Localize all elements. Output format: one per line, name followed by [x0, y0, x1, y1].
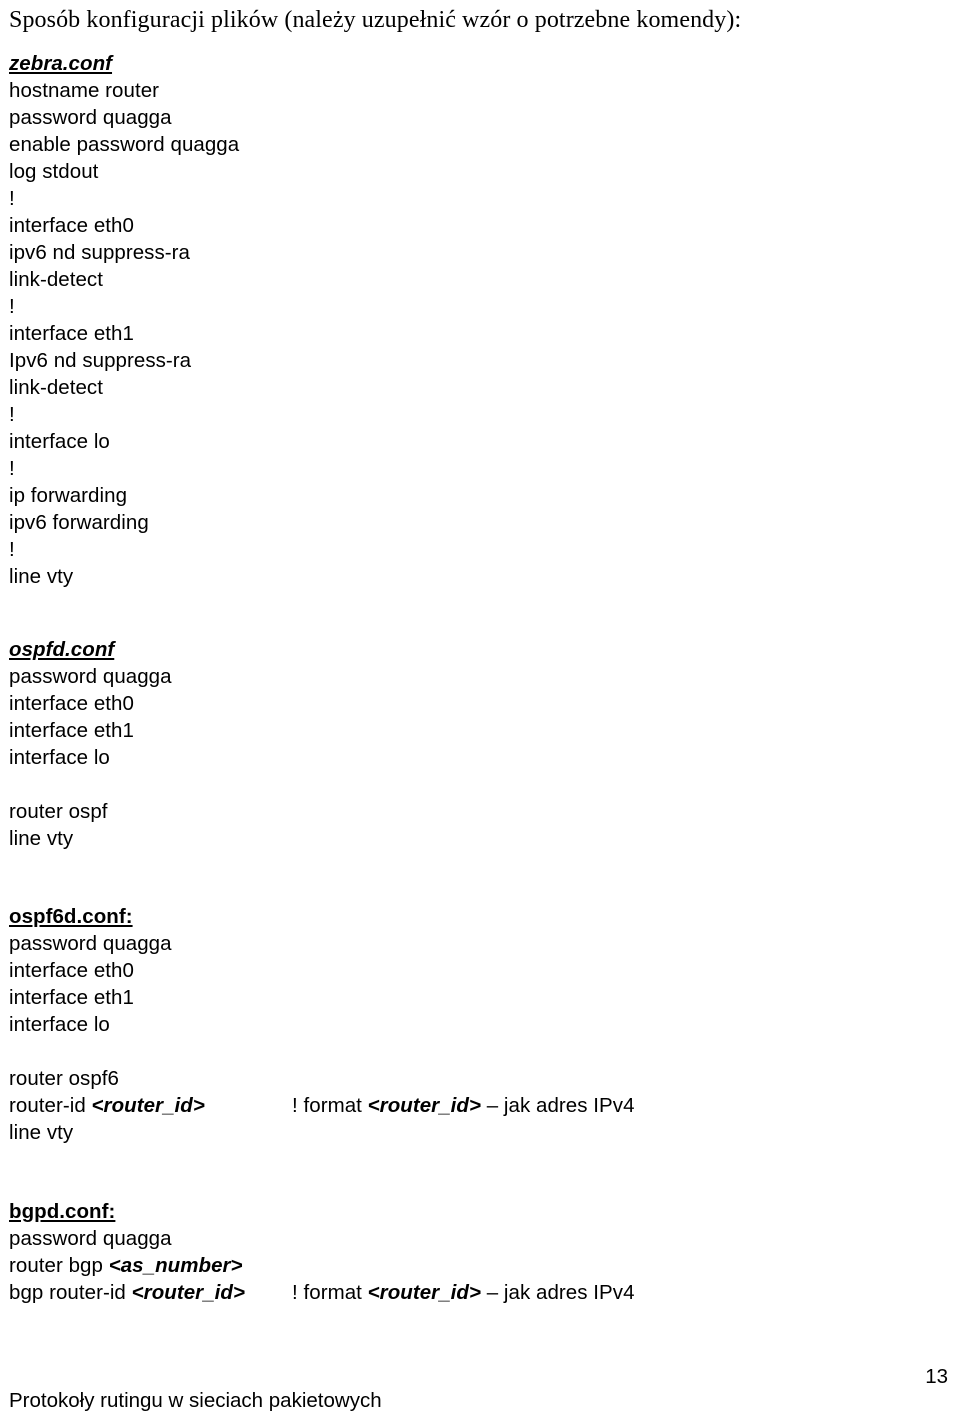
file-name-label: ospf6d.conf:	[9, 905, 133, 928]
config-block-zebra: zebra.conf hostname router password quagga…	[9, 50, 939, 590]
config-line-comment: ! format <router_id> – jak adres IPv4	[292, 1094, 635, 1117]
placeholder-token: <router_id>	[367, 1281, 481, 1304]
config-line: interface eth1	[9, 320, 939, 347]
config-file-name-ospf6d: ospf6d.conf:	[9, 903, 939, 930]
config-line: line vty	[9, 563, 939, 590]
config-line-text: line vty	[9, 827, 74, 850]
config-line: !	[9, 293, 939, 320]
config-line: !	[9, 455, 939, 482]
config-line-text: !	[9, 538, 15, 561]
config-line: password quagga	[9, 930, 939, 957]
config-line: link-detect	[9, 374, 939, 401]
config-block-ospfd: ospfd.conf password quagga interface eth0 i…	[9, 636, 939, 852]
config-file-name-bgpd: bgpd.conf:	[9, 1198, 939, 1225]
config-line-text: password quagga	[9, 1227, 172, 1250]
config-file-name-zebra: zebra.conf	[9, 50, 939, 77]
footer-note: Protokoły rutingu w sieciach pakietowych	[9, 1389, 382, 1412]
config-line: line vty	[9, 825, 939, 852]
config-line: interface lo	[9, 428, 939, 455]
config-line-text: ipv6 forwarding	[9, 511, 149, 534]
config-line-text: Ipv6 nd suppress-ra	[9, 349, 192, 372]
config-line: interface eth0	[9, 690, 939, 717]
config-line-text: password quagga	[9, 106, 172, 129]
config-line: line vty	[9, 1119, 939, 1146]
file-name-label: bgpd.conf:	[9, 1200, 116, 1223]
config-line: log stdout	[9, 158, 939, 185]
config-line-text: log stdout	[9, 160, 99, 183]
placeholder-token: <as_number>	[108, 1254, 243, 1277]
config-line: router ospf	[9, 798, 939, 825]
config-line-text: interface lo	[9, 430, 110, 453]
config-block-ospf6d: ospf6d.conf: password quagga interface eth…	[9, 903, 939, 1146]
config-line-text: interface lo	[9, 1013, 110, 1036]
config-line: interface eth1	[9, 717, 939, 744]
config-line-text: interface eth0	[9, 214, 134, 237]
config-line-text: enable password quagga	[9, 133, 240, 156]
config-blank-line	[9, 771, 939, 798]
page-number: 13	[925, 1365, 948, 1388]
config-line: !	[9, 185, 939, 212]
config-line-text: !	[9, 295, 15, 318]
config-line: password quagga	[9, 663, 939, 690]
config-line-text: interface eth0	[9, 959, 134, 982]
page-title: Sposób konfiguracji plików (należy uzupe…	[9, 7, 742, 33]
config-line: !	[9, 536, 939, 563]
config-line-text: !	[9, 457, 15, 480]
config-line-comment: ! format <router_id> – jak adres IPv4	[292, 1281, 635, 1304]
config-line-text: ipv6 nd suppress-ra	[9, 241, 190, 264]
config-line: password quagga	[9, 104, 939, 131]
config-line: Ipv6 nd suppress-ra	[9, 347, 939, 374]
config-line: enable password quagga	[9, 131, 939, 158]
config-line: hostname router	[9, 77, 939, 104]
placeholder-token: <router_id>	[131, 1281, 245, 1304]
config-line-text: line vty	[9, 1121, 74, 1144]
config-line-text: interface eth1	[9, 322, 134, 345]
config-line-text: link-detect	[9, 376, 103, 399]
config-line: interface eth0	[9, 957, 939, 984]
config-line-text: interface lo	[9, 746, 110, 769]
placeholder-token: <router_id>	[91, 1094, 205, 1117]
config-line: ip forwarding	[9, 482, 939, 509]
config-line: router bgp <as_number>	[9, 1252, 939, 1279]
config-line: router ospf6	[9, 1065, 939, 1092]
config-line-text: ip forwarding	[9, 484, 128, 507]
document-page: Sposób konfiguracji plików (należy uzupe…	[0, 0, 960, 1425]
config-line: ipv6 nd suppress-ra	[9, 239, 939, 266]
config-line-text: interface eth0	[9, 692, 134, 715]
placeholder-token: <router_id>	[367, 1094, 481, 1117]
config-line: interface lo	[9, 744, 939, 771]
config-line: bgp router-id <router_id> ! format <route…	[9, 1279, 939, 1306]
config-blank-line	[9, 1038, 939, 1065]
config-line-text: link-detect	[9, 268, 103, 291]
config-line-text: !	[9, 403, 15, 426]
config-line: router-id <router_id> ! format <router_id…	[9, 1092, 939, 1119]
config-line-text: router ospf6	[9, 1067, 119, 1090]
config-line-text: interface eth1	[9, 719, 134, 742]
file-name-label: zebra.conf	[9, 52, 113, 75]
config-line-text: router-id <router_id>	[9, 1094, 205, 1117]
config-file-name-ospfd: ospfd.conf	[9, 636, 939, 663]
config-line: password quagga	[9, 1225, 939, 1252]
config-line-text: !	[9, 187, 15, 210]
config-block-bgpd: bgpd.conf: password quagga router bgp <as_…	[9, 1198, 939, 1306]
config-line: interface eth0	[9, 212, 939, 239]
config-line-text: router ospf	[9, 800, 108, 823]
config-line-text: bgp router-id <router_id>	[9, 1281, 245, 1304]
config-line: interface eth1	[9, 984, 939, 1011]
config-line: interface lo	[9, 1011, 939, 1038]
config-line: !	[9, 401, 939, 428]
config-line-text: router bgp <as_number>	[9, 1254, 243, 1277]
file-name-label: ospfd.conf	[9, 638, 115, 661]
config-line-text: interface eth1	[9, 986, 134, 1009]
config-line: ipv6 forwarding	[9, 509, 939, 536]
config-line-text: password quagga	[9, 665, 172, 688]
config-line: link-detect	[9, 266, 939, 293]
config-line-text: password quagga	[9, 932, 172, 955]
config-line-text: hostname router	[9, 79, 160, 102]
config-line-text: line vty	[9, 565, 74, 588]
